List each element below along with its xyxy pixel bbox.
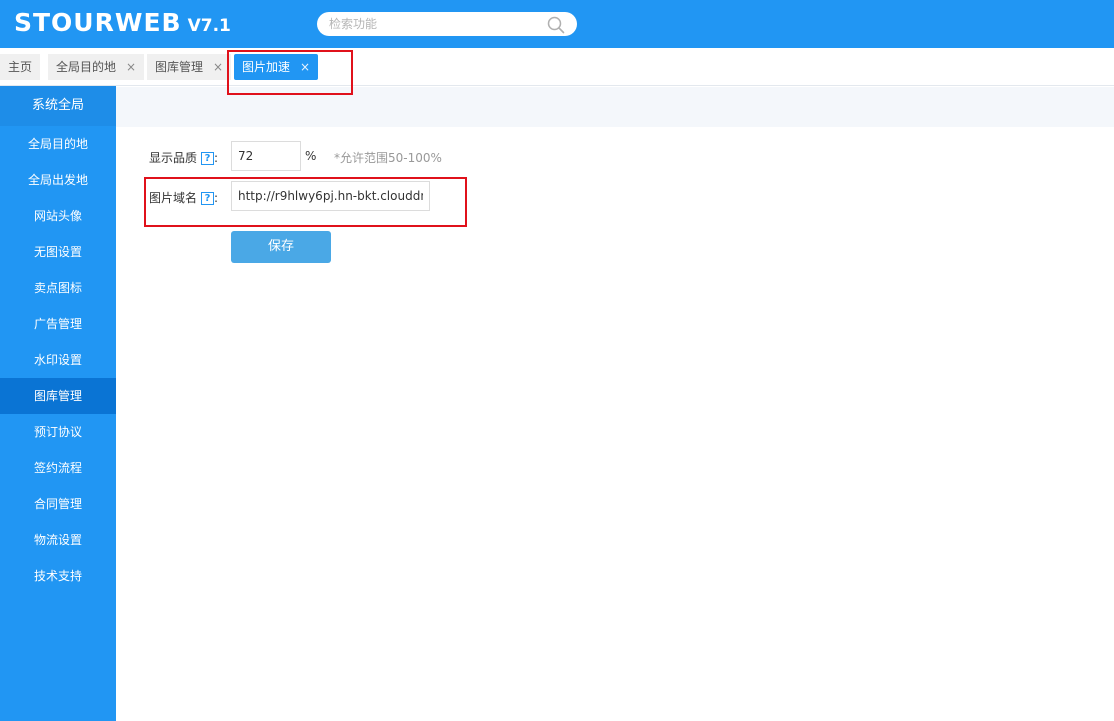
sidebar-item-selling-point-icons[interactable]: 卖点图标	[0, 270, 116, 306]
highlight-box-tab	[227, 50, 353, 95]
sidebar-item-site-avatar[interactable]: 网站头像	[0, 198, 116, 234]
sidebar: 系统全局 全局目的地 全局出发地 网站头像 无图设置 卖点图标 广告管理 水印设…	[0, 86, 116, 721]
quality-label-text: 显示品质	[149, 151, 198, 165]
tab-global-destination[interactable]: 全局目的地 ×	[48, 54, 145, 80]
quality-input[interactable]	[231, 141, 301, 171]
sidebar-item-contract-management[interactable]: 合同管理	[0, 486, 116, 522]
save-button[interactable]: 保存	[231, 231, 331, 263]
top-header: STOURWEB V7.1	[0, 0, 1114, 48]
sidebar-item-ad-management[interactable]: 广告管理	[0, 306, 116, 342]
brand-name: STOURWEB	[14, 8, 182, 37]
close-icon[interactable]: ×	[213, 60, 223, 74]
label-colon: :	[214, 151, 219, 165]
search-input[interactable]	[329, 15, 539, 33]
brand-logo: STOURWEB V7.1	[14, 8, 231, 37]
help-icon[interactable]: ?	[201, 152, 215, 165]
sidebar-item-global-departure[interactable]: 全局出发地	[0, 162, 116, 198]
sidebar-item-logistics-settings[interactable]: 物流设置	[0, 522, 116, 558]
tab-bar: 主页 全局目的地 × 图库管理 × 图片加速 ×	[0, 48, 1114, 86]
quality-range-tip: *允许范围50-100%	[334, 151, 442, 165]
sidebar-item-booking-agreement[interactable]: 预订协议	[0, 414, 116, 450]
tab-label: 图库管理	[155, 60, 204, 74]
search-box	[317, 12, 577, 36]
sidebar-item-global-destination[interactable]: 全局目的地	[0, 126, 116, 162]
sidebar-item-gallery-management[interactable]: 图库管理	[0, 378, 116, 414]
sidebar-item-no-image-settings[interactable]: 无图设置	[0, 234, 116, 270]
tab-label: 主页	[8, 60, 33, 74]
sidebar-header[interactable]: 系统全局	[0, 86, 116, 126]
highlight-box-domain	[144, 177, 467, 227]
search-icon[interactable]	[547, 16, 565, 34]
quality-unit: %	[305, 149, 317, 163]
tab-home[interactable]: 主页	[0, 54, 41, 80]
brand-version: V7.1	[187, 16, 231, 36]
tab-gallery-management[interactable]: 图库管理 ×	[147, 54, 232, 80]
sidebar-item-signing-process[interactable]: 签约流程	[0, 450, 116, 486]
tab-label: 全局目的地	[56, 60, 117, 74]
close-icon[interactable]: ×	[126, 60, 136, 74]
sidebar-item-watermark-settings[interactable]: 水印设置	[0, 342, 116, 378]
quality-label: 显示品质?:	[149, 149, 218, 166]
sidebar-item-tech-support[interactable]: 技术支持	[0, 558, 116, 594]
